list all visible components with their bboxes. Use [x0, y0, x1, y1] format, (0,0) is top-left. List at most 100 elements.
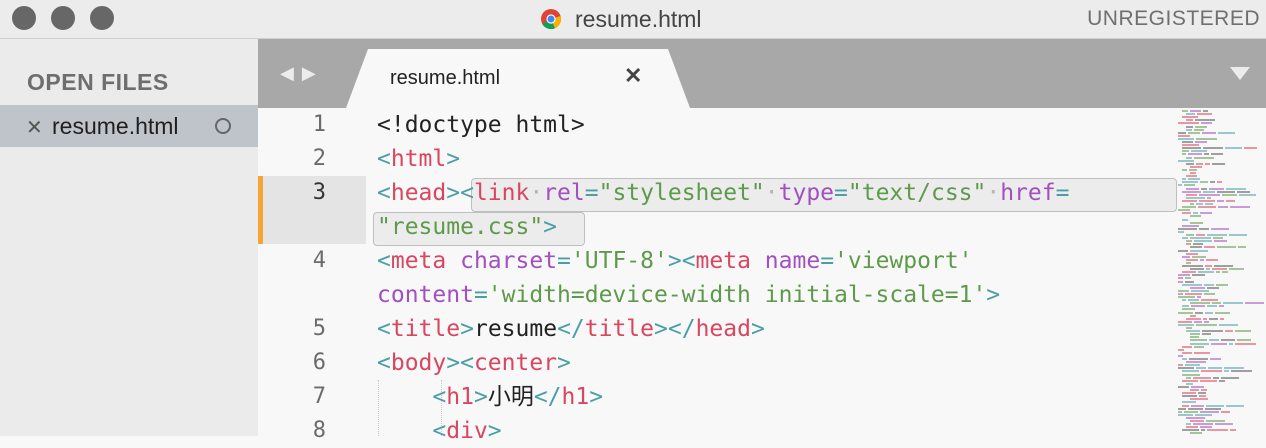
minimap-stroke	[1195, 311, 1203, 314]
minimap-stroke	[1178, 249, 1188, 252]
minimap-stroke	[1186, 156, 1192, 159]
code-line: <title>resume</title></head>	[377, 316, 765, 342]
minimap-stroke	[1239, 193, 1256, 196]
minimap-stroke	[1218, 206, 1228, 209]
tab-back-icon[interactable]: ◀	[280, 63, 294, 84]
minimap-stroke	[1186, 240, 1192, 243]
code-line: <h1>小明</h1>	[432, 384, 604, 410]
minimap-stroke	[1190, 172, 1196, 174]
line-number: 8	[312, 418, 326, 443]
close-file-icon[interactable]: ✕	[26, 115, 43, 140]
minimap-stroke	[1182, 144, 1199, 147]
minimap-stroke	[1209, 339, 1219, 342]
minimap-stroke	[1182, 299, 1186, 302]
minimap-stroke	[1191, 289, 1209, 292]
minimap-stroke	[1201, 187, 1207, 190]
minimap-stroke	[1200, 379, 1217, 382]
minimap-stroke	[1201, 429, 1205, 432]
line-number-gutter: 1 2 3 4 5 6 7 8	[258, 108, 366, 443]
minimap-stroke	[1182, 212, 1191, 215]
minimap-stroke	[1178, 385, 1189, 388]
minimap-stroke	[1188, 407, 1203, 410]
tab-close-icon[interactable]: ✕	[624, 63, 642, 89]
minimap-stroke	[1201, 299, 1218, 302]
minimap-stroke	[1189, 168, 1197, 171]
minimap-stroke	[1191, 385, 1204, 388]
minimap-stroke	[1206, 420, 1225, 422]
minimap-stroke	[1182, 358, 1187, 360]
minimap-stroke	[1221, 410, 1230, 413]
open-file-item[interactable]: ✕ resume.html	[0, 105, 258, 147]
window-title-group: resume.html	[540, 5, 702, 33]
code-line: <head><link·rel="stylesheet"·type="text/…	[377, 180, 1070, 206]
zoom-window-button[interactable]	[90, 6, 114, 30]
minimap-stroke	[1178, 122, 1199, 125]
minimap-stroke	[1186, 376, 1191, 379]
minimap-stroke	[1230, 206, 1250, 209]
minimap-stroke	[1190, 302, 1210, 305]
minimap-stroke	[1203, 147, 1223, 150]
minimap-stroke	[1182, 116, 1198, 119]
minimap-stroke	[1200, 410, 1219, 413]
minimap-stroke	[1244, 147, 1257, 150]
minimap-stroke	[1178, 413, 1193, 416]
minimap-stroke	[1182, 110, 1188, 112]
minimap-stroke	[1182, 141, 1193, 143]
minimap-stroke	[1182, 345, 1192, 348]
minimap[interactable]	[1176, 108, 1266, 436]
minimap-stroke	[1178, 296, 1195, 298]
minimap-stroke	[1185, 292, 1202, 295]
license-status: UNREGISTERED	[1087, 7, 1260, 30]
tab-navigation: ◀ ▶	[280, 63, 316, 84]
minimap-stroke	[1186, 125, 1193, 128]
minimap-stroke	[1182, 168, 1187, 171]
minimap-stroke	[1178, 274, 1190, 277]
minimap-stroke	[1207, 234, 1227, 236]
minimap-stroke	[1186, 243, 1191, 246]
minimap-stroke	[1186, 423, 1191, 426]
tab-label: resume.html	[390, 67, 501, 89]
minimap-stroke	[1213, 237, 1223, 240]
minimap-stroke	[1198, 271, 1214, 274]
minimap-stroke	[1229, 342, 1233, 345]
code-area[interactable]: <!doctype html> <html> <head><link·rel="…	[373, 108, 1177, 444]
minimap-stroke	[1182, 199, 1197, 202]
minimap-stroke	[1190, 237, 1211, 240]
minimap-stroke	[1203, 110, 1208, 112]
minimap-stroke	[1186, 330, 1200, 333]
minimap-stroke	[1182, 237, 1188, 240]
minimap-stroke	[1182, 351, 1192, 354]
minimap-stroke	[1186, 261, 1191, 264]
minimap-stroke	[1198, 206, 1216, 209]
minimap-stroke	[1186, 196, 1205, 199]
code-editor[interactable]: 1 2 3 4 5 6 7 8 <!doctype html> <html> <…	[258, 108, 1266, 444]
unsaved-indicator-icon	[215, 118, 231, 134]
tab-forward-icon[interactable]: ▶	[302, 63, 316, 84]
tab-bar: ◀ ▶ resume.html ✕	[258, 39, 1266, 108]
minimap-stroke	[1210, 181, 1215, 184]
minimap-stroke	[1178, 230, 1184, 233]
minimap-stroke	[1224, 367, 1244, 370]
minimap-stroke	[1201, 370, 1222, 373]
line-number: 4	[312, 248, 326, 273]
minimap-stroke	[1219, 305, 1224, 308]
minimap-stroke	[1237, 339, 1251, 342]
tab-resume-html[interactable]: resume.html ✕	[346, 49, 690, 108]
minimap-stroke	[1182, 392, 1196, 395]
tab-list-dropdown-icon[interactable]	[1230, 67, 1250, 80]
minimap-stroke	[1178, 184, 1182, 187]
minimap-stroke	[1207, 305, 1217, 308]
minimap-stroke	[1178, 292, 1183, 295]
minimap-stroke	[1178, 410, 1182, 413]
minimap-stroke	[1205, 265, 1212, 267]
minimap-stroke	[1178, 367, 1194, 370]
minimap-stroke	[1178, 159, 1194, 162]
minimap-stroke	[1178, 407, 1186, 410]
minimap-stroke	[1212, 268, 1227, 271]
minimap-stroke	[1200, 212, 1212, 215]
minimap-stroke	[1186, 175, 1197, 178]
close-window-button[interactable]	[12, 6, 36, 30]
minimap-stroke	[1203, 190, 1215, 193]
minimap-stroke	[1178, 227, 1197, 230]
minimize-window-button[interactable]	[51, 6, 75, 30]
